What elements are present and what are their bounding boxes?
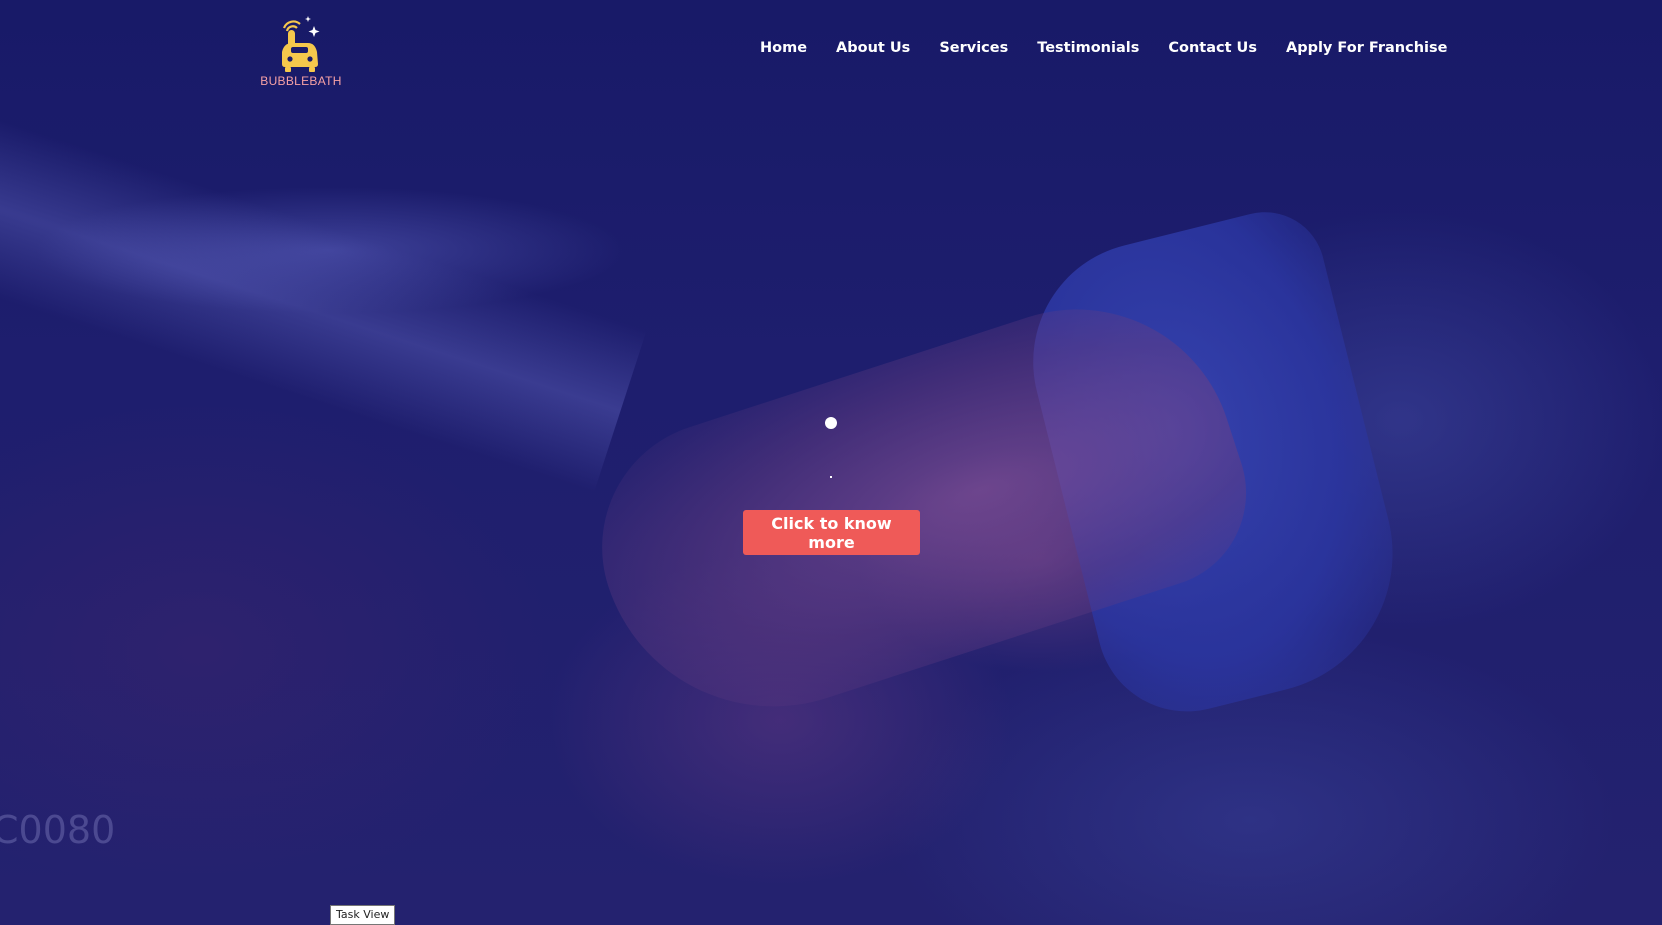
- know-more-button[interactable]: Click to know more: [743, 510, 920, 555]
- nav-home[interactable]: Home: [760, 40, 807, 64]
- slider-indicator-dot[interactable]: [825, 417, 837, 429]
- nav-about-us[interactable]: About Us: [836, 40, 910, 64]
- task-view-tooltip: Task View: [330, 905, 396, 925]
- nav-apply-for-franchise[interactable]: Apply For Franchise: [1286, 40, 1448, 64]
- page: BUBBLEBATH Home About Us Services Testim…: [0, 0, 1662, 925]
- site-header: BUBBLEBATH Home About Us Services Testim…: [0, 0, 1662, 100]
- brand-name: BUBBLEBATH: [260, 74, 342, 88]
- brand-logo[interactable]: BUBBLEBATH: [258, 12, 344, 92]
- nav-services[interactable]: Services: [939, 40, 1008, 64]
- car-wash-touch-icon: [282, 16, 320, 72]
- slider-small-dot: [830, 476, 832, 478]
- nav-contact-us[interactable]: Contact Us: [1168, 40, 1257, 64]
- main-nav: Home About Us Services Testimonials Cont…: [760, 40, 1448, 64]
- watermark-text: C0080: [0, 808, 116, 852]
- nav-testimonials[interactable]: Testimonials: [1037, 40, 1139, 64]
